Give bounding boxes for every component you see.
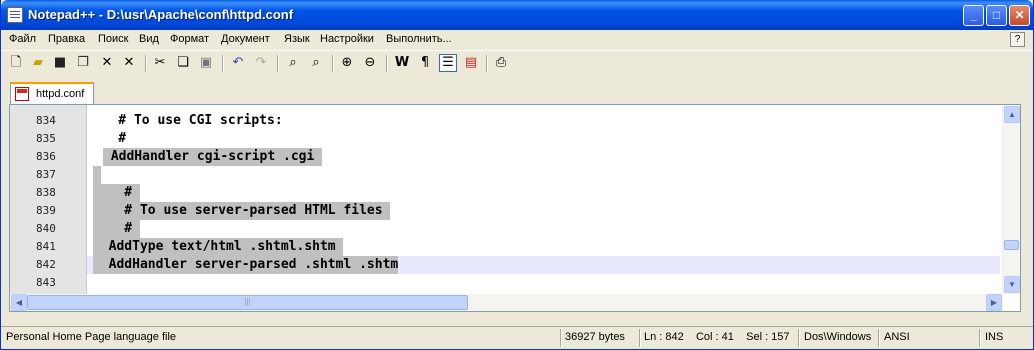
help-button[interactable]: ?	[1010, 32, 1025, 47]
line-number-gutter: 834 835 836 837 838 839 840 841 842 843	[10, 105, 87, 311]
menu-view[interactable]: Вид	[139, 33, 159, 45]
menu-format[interactable]: Формат	[170, 33, 209, 45]
line-number: 836	[36, 150, 56, 163]
line-number: 839	[36, 204, 56, 217]
toolbar-separator	[145, 55, 147, 72]
menu-file[interactable]: Файл	[9, 33, 36, 45]
menu-language[interactable]: Язык	[284, 33, 310, 45]
status-separator	[979, 329, 981, 347]
status-separator	[560, 329, 562, 347]
tab-bar: httpd.conf	[5, 80, 1029, 104]
horizontal-scroll-thumb[interactable]: |||	[27, 295, 468, 310]
line-number: 841	[36, 240, 56, 253]
find-icon[interactable]: ⌕	[284, 54, 302, 72]
line-number: 834	[36, 114, 56, 127]
close-button[interactable]: ✕	[1009, 5, 1030, 26]
close-all-icon[interactable]: ✕	[120, 54, 138, 72]
status-separator	[639, 329, 641, 347]
save-icon[interactable]: ■	[51, 54, 69, 72]
toolbar-separator	[277, 55, 279, 72]
window-title: Notepad++ - D:\usr\Apache\conf\httpd.con…	[28, 7, 294, 22]
zoom-in-icon[interactable]: ⊕	[338, 54, 356, 72]
file-unsaved-icon	[15, 87, 29, 101]
menu-search[interactable]: Поиск	[98, 33, 128, 45]
menu-bar: Файл Правка Поиск Вид Формат Документ Яз…	[1, 30, 1033, 49]
status-separator	[878, 329, 880, 347]
menu-document[interactable]: Документ	[221, 33, 270, 45]
status-file-size: 36927 bytes	[565, 331, 625, 343]
save-all-icon[interactable]: ❐	[74, 54, 92, 72]
toolbar-separator	[222, 55, 224, 72]
line-number: 840	[36, 222, 56, 235]
scroll-right-icon[interactable]: ▶	[986, 294, 1002, 311]
cut-icon[interactable]: ✂	[151, 54, 169, 72]
line-number: 837	[36, 168, 56, 181]
paste-icon[interactable]: ▣	[197, 54, 215, 72]
status-encoding: ANSI	[884, 331, 910, 343]
status-insert-mode: INS	[985, 331, 1004, 343]
menu-edit[interactable]: Правка	[48, 33, 85, 45]
code-line-selected[interactable]: # To use server-parsed HTML files	[93, 202, 391, 220]
print-icon[interactable]: ⎙	[492, 54, 510, 72]
replace-icon[interactable]: ⌕	[307, 54, 325, 72]
code-line-selected[interactable]: AddHandler server-parsed .shtml .shtm	[93, 256, 399, 274]
toolbar-separator	[332, 55, 334, 72]
horizontal-scrollbar[interactable]: ◀ ||| ▶	[10, 294, 1003, 311]
tab-httpd-conf[interactable]: httpd.conf	[10, 82, 94, 104]
toolbar-separator	[486, 55, 488, 72]
toolbar-separator	[386, 55, 388, 72]
code-line-selected[interactable]	[93, 166, 101, 184]
code-line[interactable]: #	[87, 130, 126, 148]
line-number: 843	[36, 276, 56, 289]
status-separator	[798, 329, 800, 347]
code-line-selected[interactable]: #	[93, 184, 140, 202]
editor-area[interactable]: 834 835 836 837 838 839 840 841 842 843 …	[9, 104, 1021, 312]
menu-run[interactable]: Выполнить...	[386, 33, 452, 45]
line-number: 838	[36, 186, 56, 199]
title-bar[interactable]: Notepad++ - D:\usr\Apache\conf\httpd.con…	[1, 0, 1033, 30]
code-line-selected[interactable]: #	[93, 220, 140, 238]
user-lang-icon[interactable]: ▤	[462, 54, 480, 72]
toolbar: 🗋 ▰ ■ ❐ ✕ ✕ ✂ ❏ ▣ ↶ ↷ ⌕ ⌕ ⊕ ⊖ W ¶ ☰ ▤ ⎙	[1, 50, 1033, 76]
scroll-up-icon[interactable]: ▲	[1004, 106, 1020, 123]
copy-icon[interactable]: ❏	[174, 54, 192, 72]
vertical-scroll-thumb[interactable]	[1004, 240, 1019, 250]
redo-icon[interactable]: ↷	[252, 54, 270, 72]
undo-icon[interactable]: ↶	[229, 54, 247, 72]
status-language: Personal Home Page language file	[6, 331, 177, 343]
status-eol-format: Dos\Windows	[804, 331, 872, 343]
notepad-window: Notepad++ - D:\usr\Apache\conf\httpd.con…	[0, 0, 1034, 350]
scroll-left-icon[interactable]: ◀	[11, 294, 27, 311]
tab-label: httpd.conf	[36, 88, 85, 100]
show-all-chars-icon[interactable]: ¶	[416, 54, 434, 72]
menu-settings[interactable]: Настройки	[320, 33, 374, 45]
status-bar: Personal Home Page language file 36927 b…	[1, 326, 1033, 349]
code-text-area[interactable]: # To use CGI scripts: # AddHandler cgi-s…	[87, 105, 1000, 311]
scroll-down-icon[interactable]: ▼	[1004, 276, 1020, 293]
status-cursor-position: Ln : 842 Col : 41 Sel : 157	[644, 331, 790, 343]
code-line-selected[interactable]: AddType text/html .shtml.shtm	[93, 238, 344, 256]
vertical-scrollbar[interactable]: ▲ ▼	[1002, 105, 1020, 294]
maximize-button[interactable]: □	[986, 5, 1007, 26]
notepad-app-icon	[7, 7, 23, 23]
new-file-icon[interactable]: 🗋	[7, 54, 25, 72]
line-number: 835	[36, 132, 56, 145]
wrap-icon[interactable]: W	[393, 54, 411, 72]
code-line[interactable]: # To use CGI scripts:	[87, 112, 282, 130]
minimize-button[interactable]: _	[963, 5, 984, 26]
line-number: 842	[36, 258, 56, 271]
close-icon[interactable]: ✕	[98, 54, 116, 72]
code-line-selected[interactable]: AddHandler cgi-script .cgi	[103, 148, 323, 166]
zoom-out-icon[interactable]: ⊖	[361, 54, 379, 72]
open-file-icon[interactable]: ▰	[29, 54, 47, 72]
indent-guide-icon[interactable]: ☰	[439, 54, 457, 72]
